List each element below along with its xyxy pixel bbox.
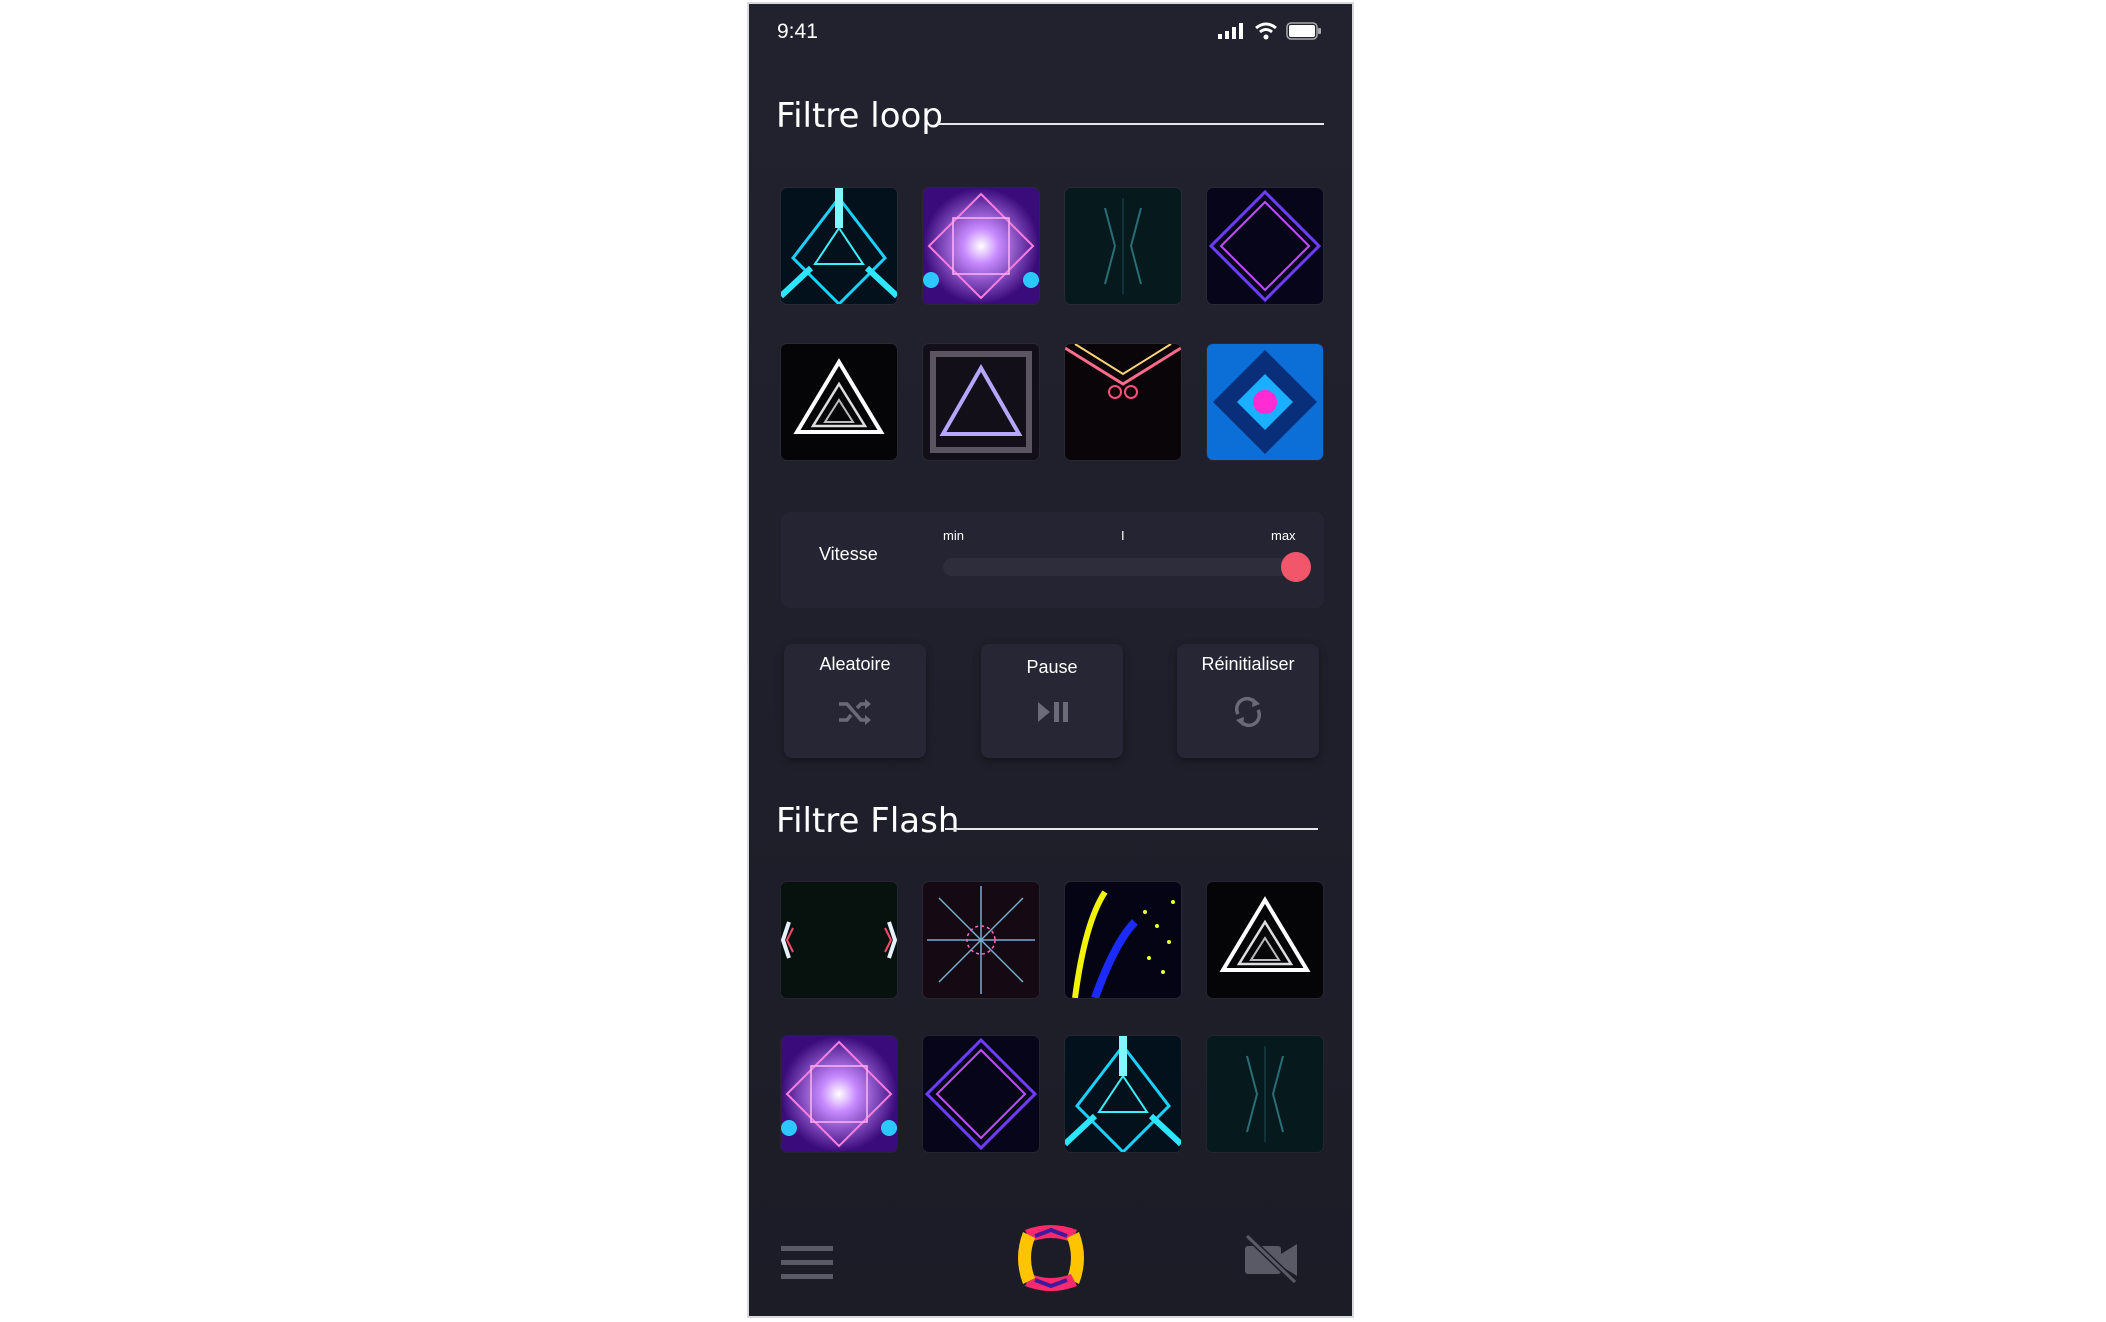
speed-mid-label: I (1121, 528, 1125, 543)
phone-screen: 9:41 Filtre loop Vitesse min I max Aleat… (747, 2, 1354, 1318)
flash-filter-thumb[interactable] (1207, 882, 1323, 998)
flash-filter-thumb[interactable] (1065, 882, 1181, 998)
loop-section-divider (937, 123, 1324, 125)
speed-max-label: max (1271, 528, 1296, 543)
loop-filter-thumb[interactable] (781, 344, 897, 460)
speed-panel: Vitesse min I max (781, 512, 1324, 608)
random-button[interactable]: Aleatoire (784, 644, 926, 758)
flash-filter-thumb[interactable] (781, 1036, 897, 1152)
loop-filter-thumb[interactable] (923, 188, 1039, 304)
battery-icon (1286, 22, 1321, 40)
flash-filter-thumb[interactable] (923, 1036, 1039, 1152)
reset-button-label: Réinitialiser (1201, 654, 1295, 674)
random-button-label: Aleatoire (819, 654, 891, 674)
loop-filter-thumb[interactable] (1065, 344, 1181, 460)
speed-slider-handle[interactable] (1281, 552, 1311, 582)
wifi-icon (1255, 22, 1277, 40)
speed-min-label: min (943, 528, 964, 543)
loop-filter-thumb[interactable] (1207, 344, 1323, 460)
loop-filter-thumb[interactable] (923, 344, 1039, 460)
flash-filter-thumb[interactable] (781, 882, 897, 998)
refresh-icon (1234, 697, 1262, 727)
speed-slider-track[interactable] (943, 558, 1299, 576)
loop-filter-thumb[interactable] (1207, 188, 1323, 304)
speed-label: Vitesse (819, 544, 878, 564)
status-time: 9:41 (777, 20, 818, 43)
app-logo[interactable] (1011, 1218, 1091, 1298)
loop-section-title: Filtre loop (776, 96, 943, 136)
pause-button-label: Pause (1026, 657, 1078, 677)
signal-icon (1218, 23, 1243, 39)
loop-filter-thumb[interactable] (781, 188, 897, 304)
shuffle-icon (839, 699, 871, 725)
bottom-nav (749, 1204, 1352, 1316)
loop-filter-thumb[interactable] (1065, 188, 1181, 304)
flash-filter-thumb[interactable] (1207, 1036, 1323, 1152)
flash-filter-thumb[interactable] (923, 882, 1039, 998)
camera-off-icon[interactable] (1243, 1234, 1299, 1284)
flash-filter-thumb[interactable] (1065, 1036, 1181, 1152)
reset-button[interactable]: Réinitialiser (1177, 644, 1319, 758)
hamburger-menu-icon[interactable] (781, 1244, 833, 1282)
play-pause-icon (1038, 702, 1068, 722)
flash-section-title: Filtre Flash (776, 801, 960, 841)
status-icons (1218, 22, 1322, 40)
flash-section-divider (945, 828, 1318, 830)
pause-button[interactable]: Pause (981, 644, 1123, 758)
